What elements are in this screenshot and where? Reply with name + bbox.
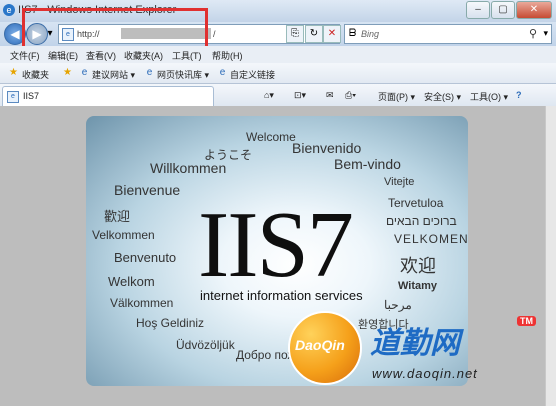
ie-logo-icon: e xyxy=(3,4,15,16)
maximize-button[interactable]: ▢ xyxy=(491,1,515,19)
welcome-word: VELKOMEN xyxy=(394,232,468,246)
iis-subtitle: internet information services xyxy=(200,288,363,303)
page-menu[interactable]: 页面(P) ▾ xyxy=(378,90,415,103)
brand-name: 道勤网 xyxy=(370,327,460,360)
bing-icon: ᗷ xyxy=(349,28,357,39)
window-controls: – ▢ ✕ xyxy=(466,1,552,19)
menu-view[interactable]: 查看(V) xyxy=(86,49,116,62)
favorites-item-custom-links[interactable]: 自定义链接 xyxy=(230,68,275,81)
custom-links-icon: e xyxy=(219,67,226,78)
welcome-word: Witamy xyxy=(398,280,438,292)
menu-bar: 文件(F) 编辑(E) 查看(V) 收藏夹(A) 工具(T) 帮助(H) xyxy=(0,46,556,63)
help-menu[interactable]: ? xyxy=(516,90,522,100)
welcome-word: Benvenuto xyxy=(114,250,177,265)
welcome-word: 歡迎 xyxy=(104,209,131,224)
welcome-word: Välkommen xyxy=(110,296,174,310)
watermark-url: www.daoqin.net xyxy=(372,366,478,381)
home-icon[interactable]: ⌂▾ xyxy=(264,90,274,101)
welcome-word: 欢迎 xyxy=(400,256,436,276)
favorites-item-web-slice-gallery[interactable]: 网页快讯库 ▾ xyxy=(157,68,209,81)
menu-help[interactable]: 帮助(H) xyxy=(212,49,243,62)
welcome-word: Bienvenue xyxy=(114,182,181,198)
address-url-tail: / xyxy=(213,29,216,39)
menu-edit[interactable]: 编辑(E) xyxy=(48,49,78,62)
welcome-word: Welkom xyxy=(108,274,155,289)
mail-icon[interactable]: ✉ xyxy=(326,90,334,101)
tools-menu[interactable]: 工具(O) ▾ xyxy=(470,90,508,103)
minimize-button[interactable]: – xyxy=(466,1,490,19)
close-button[interactable]: ✕ xyxy=(516,1,552,19)
search-placeholder[interactable]: Bing xyxy=(361,29,379,39)
welcome-word: مرحبا xyxy=(384,298,412,312)
favorites-button[interactable]: 收藏夹 xyxy=(22,68,49,81)
print-icon[interactable]: ⎙▾ xyxy=(345,90,356,101)
favorites-item-suggested-sites[interactable]: 建议网站 ▾ xyxy=(92,68,135,81)
favorites-star-icon: ★ xyxy=(9,67,18,78)
welcome-word: Hoş Geldiniz xyxy=(136,316,205,330)
search-icon[interactable]: ⚲ xyxy=(529,27,537,40)
menu-file[interactable]: 文件(F) xyxy=(10,49,40,62)
add-favorites-icon[interactable]: ★ xyxy=(62,67,73,78)
welcome-word: Bem-vindo xyxy=(334,156,401,172)
favorites-bar: ★ 收藏夹 ★ e 建议网站 ▾ e 网页快讯库 ▾ e 自定义链接 xyxy=(0,63,556,84)
search-box[interactable]: ᗷ Bing ⚲ ▾ xyxy=(344,24,552,44)
welcome-word: Welcome xyxy=(246,130,296,144)
web-slice-icon: e xyxy=(146,67,153,78)
trademark-badge: TM xyxy=(517,316,536,326)
refresh-icon[interactable]: ↻ xyxy=(305,25,323,43)
scrollbar[interactable] xyxy=(545,106,556,406)
logo-text: DaoQin xyxy=(295,337,345,353)
tab-iis7[interactable]: e IIS7 xyxy=(2,86,214,106)
tab-title: IIS7 xyxy=(23,91,40,101)
welcome-word: Üdvözöljük xyxy=(176,338,235,352)
iis7-title: IIS7 xyxy=(198,193,354,297)
search-dropdown-icon[interactable]: ▾ xyxy=(543,28,548,39)
tab-page-icon: e xyxy=(7,91,19,103)
welcome-word: Vitejte xyxy=(384,176,415,188)
feeds-icon[interactable]: ⊡▾ xyxy=(294,90,306,101)
welcome-word: Tervetuloa xyxy=(388,196,444,210)
compatibility-view-icon[interactable]: ⎘ xyxy=(286,25,304,43)
welcome-word: Bienvenido xyxy=(292,140,362,156)
welcome-word: Willkommen xyxy=(150,160,227,176)
suggested-sites-icon: e xyxy=(81,67,88,78)
daoqin-logo: DaoQin xyxy=(288,311,362,385)
command-bar: e IIS7 ⌂▾ ⊡▾ ✉ ⎙▾ 页面(P) ▾ 安全(S) ▾ 工具(O) … xyxy=(0,84,556,106)
welcome-word: ברוכים הבאים xyxy=(386,214,457,228)
menu-favorites[interactable]: 收藏夹(A) xyxy=(124,49,163,62)
welcome-word: Velkommen xyxy=(92,228,155,242)
safety-menu[interactable]: 安全(S) ▾ xyxy=(424,90,461,103)
menu-tools[interactable]: 工具(T) xyxy=(172,49,202,62)
stop-icon[interactable]: ✕ xyxy=(323,25,341,43)
